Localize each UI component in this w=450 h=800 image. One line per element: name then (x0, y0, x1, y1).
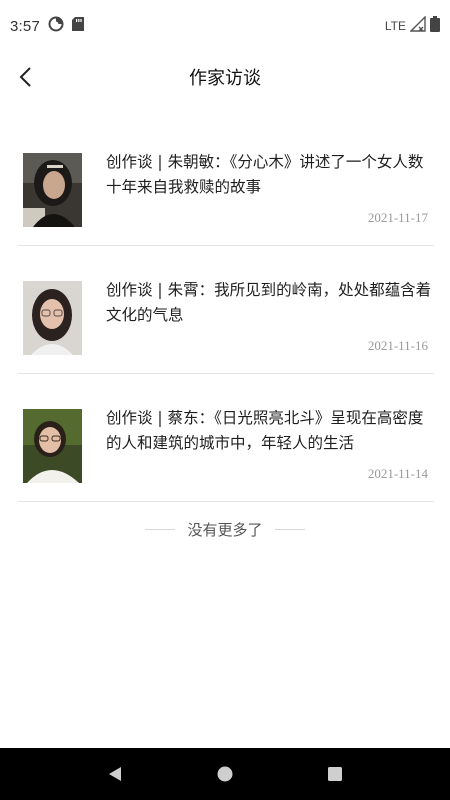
nav-home-button[interactable] (205, 754, 245, 794)
app-header: 作家访谈 (0, 52, 450, 102)
page-title: 作家访谈 (189, 68, 261, 89)
article-item[interactable]: 创作谈 | 朱霄：我所见到的岭南，处处都蕴含着文化的气息 2021-11-16 (18, 246, 434, 374)
recents-square-icon (328, 767, 342, 781)
status-right: LTE (384, 14, 440, 37)
back-triangle-icon (109, 767, 121, 781)
article-list: 创作谈 | 朱朝敏：《分心木》讲述了一个女人数十年来自我救赎的故事 2021-1… (18, 118, 434, 502)
battery-icon (430, 15, 440, 37)
signal-icon (409, 14, 426, 37)
system-nav-bar (0, 748, 450, 800)
article-title: 创作谈 | 蔡东：《日光照亮北斗》呈现在高密度的人和建筑的城市中，年轻人的生活 (106, 409, 424, 452)
no-more-text: 没有更多了 (187, 520, 263, 539)
sd-card-icon (72, 16, 84, 36)
status-bar: 3:57 LTE (0, 0, 450, 52)
article-date: 2021-11-14 (367, 466, 428, 481)
status-left: 3:57 (10, 16, 84, 37)
status-time: 3:57 (10, 17, 40, 35)
network-type: LTE (384, 19, 406, 33)
article-item[interactable]: 创作谈 | 蔡东：《日光照亮北斗》呈现在高密度的人和建筑的城市中，年轻人的生活 … (18, 374, 434, 502)
article-title: 创作谈 | 朱朝敏：《分心木》讲述了一个女人数十年来自我救赎的故事 (106, 153, 424, 196)
author-photo (23, 409, 82, 483)
author-photo (23, 153, 82, 227)
nav-back-button[interactable] (95, 754, 135, 794)
nav-recents-button[interactable] (315, 754, 355, 794)
divider-line (145, 528, 176, 530)
home-circle-icon (217, 766, 233, 782)
article-date: 2021-11-17 (367, 210, 428, 225)
article-title: 创作谈 | 朱霄：我所见到的岭南，处处都蕴含着文化的气息 (106, 281, 432, 324)
no-more-indicator: 没有更多了 (0, 516, 450, 542)
divider-line (274, 528, 305, 530)
data-saver-icon (48, 16, 64, 37)
article-date: 2021-11-16 (367, 338, 428, 353)
author-photo (23, 281, 82, 355)
article-item[interactable]: 创作谈 | 朱朝敏：《分心木》讲述了一个女人数十年来自我救赎的故事 2021-1… (18, 118, 434, 246)
